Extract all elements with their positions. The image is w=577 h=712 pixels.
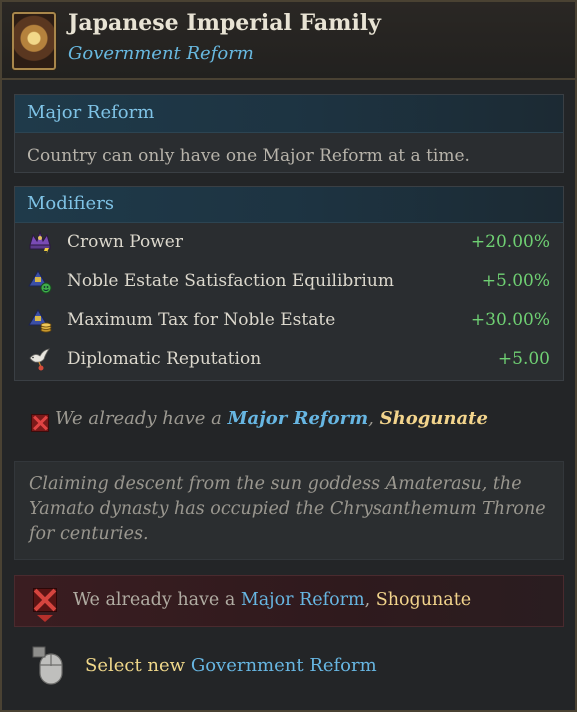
blocked-banner: We already have a Major Reform, Shogunat…	[14, 575, 564, 627]
requirement-reform-type: Major Reform	[227, 408, 369, 429]
major-reform-heading: Major Reform	[15, 95, 563, 133]
blocked-comma: ,	[364, 590, 376, 610]
modifiers-heading: Modifiers	[15, 187, 563, 223]
modifier-row: Crown Power +20.00%	[15, 223, 563, 262]
modifier-label: Diplomatic Reputation	[67, 349, 262, 369]
modifier-value: +30.00%	[470, 310, 550, 330]
requirement-text: We already have a Major Reform, Shogunat…	[55, 408, 488, 429]
requirement-reform-name: Shogunate	[379, 408, 488, 429]
blocked-text: We already have a Major Reform, Shogunat…	[73, 590, 471, 610]
blocked-prefix: We already have a	[73, 590, 241, 610]
reform-title: Japanese Imperial Family	[68, 10, 381, 36]
dove-icon	[29, 348, 50, 371]
tooltip-header: Japanese Imperial Family Government Refo…	[2, 2, 575, 80]
blocked-reform-type: Major Reform	[240, 590, 365, 610]
reform-description: Claiming descent from the sun goddess Am…	[14, 461, 564, 560]
reform-category: Government Reform	[68, 43, 254, 64]
modifier-row: Diplomatic Reputation +5.00	[15, 340, 563, 379]
requirement-comma: ,	[368, 408, 380, 429]
modifier-label: Noble Estate Satisfaction Equilibrium	[67, 271, 394, 291]
major-reform-text: Country can only have one Major Reform a…	[27, 146, 470, 166]
blocked-icon	[33, 588, 57, 612]
blocked-indicator-arrow	[37, 615, 53, 622]
select-action-text[interactable]: Select new Government Reform	[85, 655, 377, 676]
modifier-value: +20.00%	[470, 232, 550, 252]
modifier-value: +5.00%	[481, 271, 550, 291]
modifier-label: Maximum Tax for Noble Estate	[67, 310, 336, 330]
requirement-line: We already have a Major Reform, Shogunat…	[14, 398, 564, 442]
reform-portrait-icon	[12, 12, 56, 70]
requirement-prefix: We already have a	[55, 408, 228, 429]
modifier-row: Noble Estate Satisfaction Equilibrium +5…	[15, 262, 563, 301]
noble-estate-satisfaction-icon	[28, 270, 52, 294]
crown-power-icon	[29, 230, 51, 254]
mouse-click-icon	[32, 646, 63, 685]
blocked-reform-name: Shogunate	[375, 590, 472, 610]
select-prefix: Select new	[85, 655, 191, 676]
noble-estate-tax-icon	[28, 309, 52, 333]
select-target: Government Reform	[190, 655, 377, 676]
modifier-row: Maximum Tax for Noble Estate +30.00%	[15, 301, 563, 340]
modifiers-panel: Modifiers Crown Power +20.00% Noble Esta…	[14, 186, 564, 381]
major-reform-panel: Major Reform Country can only have one M…	[14, 94, 564, 173]
modifier-value: +5.00	[497, 349, 550, 369]
unmet-requirement-icon	[31, 414, 49, 432]
modifier-label: Crown Power	[67, 232, 183, 252]
tooltip-window: Japanese Imperial Family Government Refo…	[0, 0, 577, 712]
